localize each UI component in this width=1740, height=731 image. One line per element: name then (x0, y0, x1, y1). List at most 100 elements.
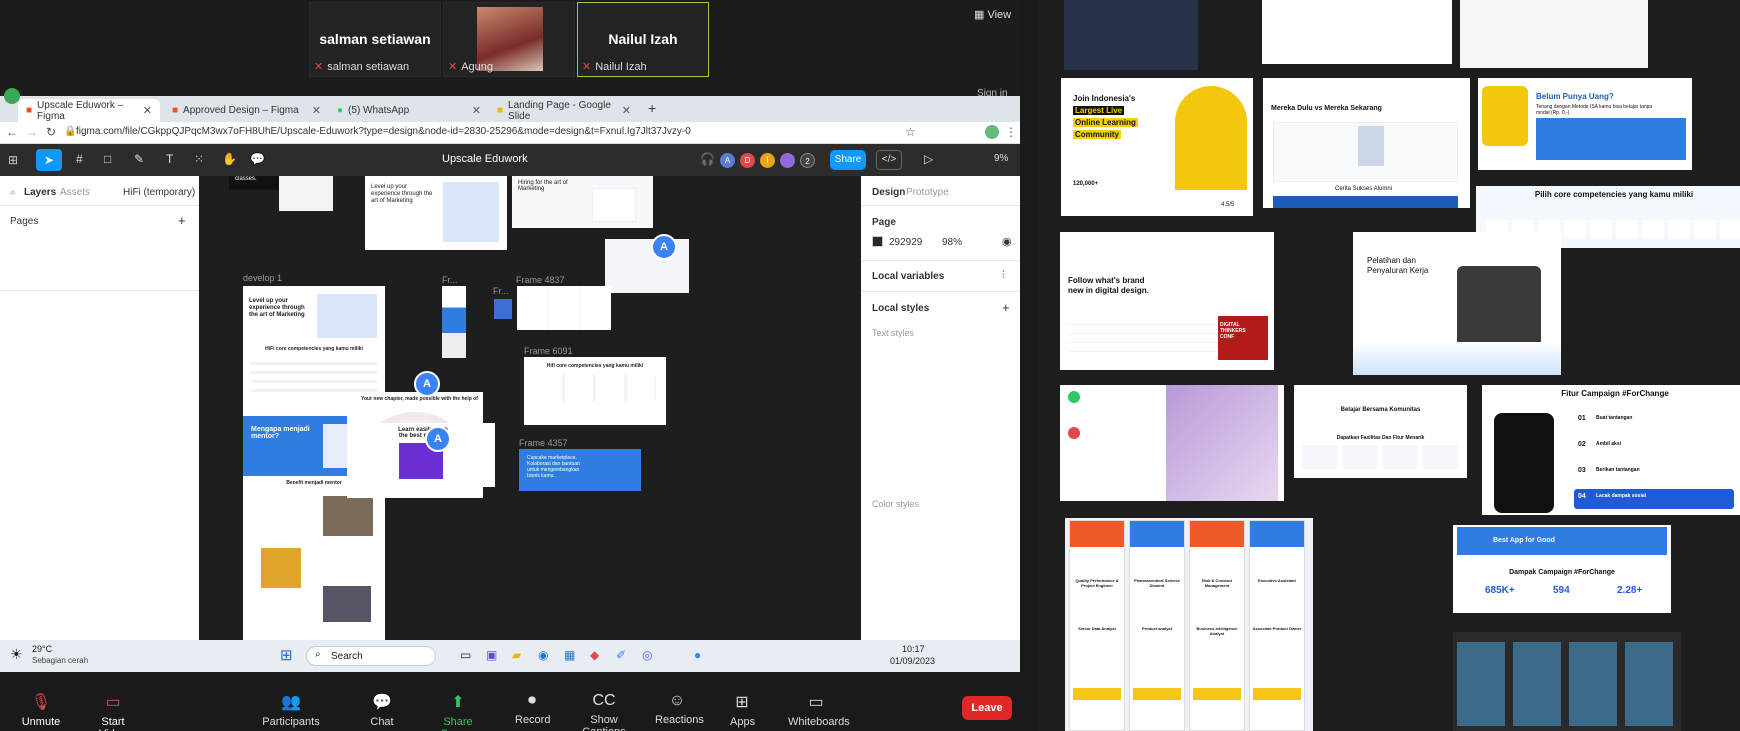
avatar[interactable]: I (760, 153, 775, 168)
thumb-games-grid (1453, 632, 1681, 731)
variables-icon[interactable]: ⫶ (1002, 270, 1005, 281)
avatar[interactable] (780, 153, 795, 168)
figma-menu-icon[interactable]: ⊞ (8, 153, 18, 167)
hand-tool-icon[interactable]: ✋ (222, 152, 237, 166)
pen-tool-icon[interactable]: ✎ (134, 152, 144, 166)
add-style-button[interactable]: + (1002, 300, 1010, 315)
app-icon[interactable]: ✐ (616, 648, 626, 662)
show-captions-button[interactable]: CCShow Captions (571, 692, 637, 731)
frame-thumbnail[interactable] (442, 286, 466, 358)
tab-design[interactable]: Design (872, 187, 905, 198)
collaborator-avatar[interactable]: A (414, 371, 440, 397)
close-icon[interactable]: ✕ (312, 104, 321, 117)
frame-thumbnail[interactable] (279, 176, 333, 211)
collaborator-avatar[interactable]: A (425, 426, 451, 452)
video-tile[interactable]: salman setiawan ✕ salman setiawan (309, 2, 441, 77)
present-icon[interactable]: ▷ (924, 152, 933, 166)
file-explorer-icon[interactable]: ▰ (512, 648, 521, 662)
frame-tool-icon[interactable]: # (76, 152, 83, 166)
avatar[interactable]: A (720, 153, 735, 168)
frame-thumbnail[interactable]: Level up your experience through the art… (365, 176, 507, 250)
start-video-button[interactable]: ▭Start Video (86, 692, 140, 731)
zoom-app-icon[interactable]: ● (694, 648, 701, 662)
forward-icon[interactable]: → (26, 125, 38, 139)
windows-taskbar: ☀ 29°C Sebagian cerah ⊞ ⌕ Search ▭ ▣ ▰ ◉… (0, 640, 1020, 672)
page-color-swatch[interactable] (872, 236, 883, 247)
menu-icon[interactable]: ⋮ (1005, 125, 1017, 139)
layers-panel: ⌕ Layers Assets HiFi (temporary) Pages + (0, 176, 199, 640)
tab-prototype[interactable]: Prototype (906, 187, 949, 198)
store-icon[interactable]: ▦ (564, 648, 575, 662)
frame-thumbnail[interactable] (494, 299, 512, 319)
profile-avatar[interactable] (985, 125, 999, 139)
close-icon[interactable]: ✕ (472, 104, 481, 117)
mic-muted-icon: ✕ (582, 61, 592, 73)
video-tile[interactable]: ✕ Agung (443, 2, 575, 77)
star-icon[interactable]: ☆ (905, 125, 916, 139)
tab-layers[interactable]: Layers (24, 187, 56, 198)
frame-4357[interactable]: Cupcake marketplace. Kolaborasi dan bant… (519, 449, 641, 491)
leave-button[interactable]: Leave (962, 696, 1012, 720)
participants-button[interactable]: 👥 Participants (262, 692, 320, 728)
share-screen-button[interactable]: ⬆Share Screen (429, 692, 487, 731)
taskbar-search-input[interactable]: ⌕ Search (306, 646, 436, 666)
tab-google-slide[interactable]: ■ Landing Page - Google Slide ✕ (489, 99, 639, 122)
text-tool-icon[interactable]: T (166, 152, 173, 166)
page-select[interactable]: HiFi (temporary) (123, 187, 195, 198)
file-title[interactable]: Upscale Eduwork (442, 153, 528, 165)
close-icon[interactable]: ✕ (622, 104, 631, 117)
add-page-button[interactable]: + (178, 213, 186, 228)
view-button[interactable]: ▦ View (974, 8, 1011, 21)
headphones-icon[interactable]: 🎧 (700, 152, 715, 166)
whiteboards-button[interactable]: ▭ Whiteboards (788, 692, 850, 728)
weather-temp[interactable]: 29°C (32, 644, 52, 654)
url-input[interactable]: figma.com/file/CGkppQJPqcM3wx7oFH8UhE/Up… (76, 126, 691, 137)
clock-date[interactable]: 01/09/2023 (890, 656, 935, 666)
figma-canvas[interactable]: classes. Level up your experience throug… (199, 176, 861, 640)
edge-icon[interactable]: ◉ (538, 648, 548, 662)
chat-button[interactable]: 💬 Chat (370, 692, 394, 728)
reload-icon[interactable]: ↻ (46, 125, 56, 139)
clock-time[interactable]: 10:17 (902, 644, 925, 654)
move-tool-icon[interactable]: ➤ (36, 149, 62, 171)
reactions-button[interactable]: ☺ Reactions (655, 692, 704, 726)
collaborator-avatar[interactable]: A (651, 234, 677, 260)
avatar[interactable]: D (740, 153, 755, 168)
figma-toolbar: ⊞ ➤ # □ ✎ T ⁙ ✋ 💬 Upscale Eduwork 🎧 A D … (0, 144, 1020, 176)
tab-figma-approved[interactable]: ■ Approved Design – Figma ✕ (164, 99, 329, 122)
more-avatars[interactable]: 2 (800, 153, 815, 168)
video-tile-active-speaker[interactable]: Nailul Izah ✕ Nailul Izah (577, 2, 709, 77)
tab-figma-upscale[interactable]: ■ Upscale Eduwork – Figma ✕ (18, 99, 160, 122)
new-tab-button[interactable]: + (648, 100, 656, 116)
page-color-value[interactable]: 292929 (889, 237, 922, 248)
thumb-impact: Best App for Good Dampak Campaign #ForCh… (1453, 525, 1671, 613)
task-view-icon[interactable]: ▭ (460, 648, 471, 662)
eye-icon[interactable]: ◉ (1002, 235, 1012, 248)
tab-whatsapp[interactable]: ● (5) WhatsApp ✕ (329, 99, 489, 122)
close-icon[interactable]: ✕ (143, 104, 152, 117)
frame-6091[interactable]: Hifi core competencies yang kamu miliki (524, 357, 666, 425)
search-icon[interactable]: ⌕ (10, 187, 16, 198)
page-opacity-value[interactable]: 98% (942, 237, 962, 248)
zoom-level[interactable]: 9% (994, 153, 1008, 164)
share-button[interactable]: Share (830, 150, 866, 170)
comment-tool-icon[interactable]: 💬 (250, 152, 265, 166)
apps-button[interactable]: ⊞ Apps (730, 692, 755, 728)
weather-icon[interactable]: ☀ (10, 646, 23, 663)
frame-4837[interactable] (517, 286, 611, 330)
record-button[interactable]: ⏺ Record (515, 692, 550, 726)
discord-icon[interactable]: ◎ (642, 648, 652, 662)
back-icon[interactable]: ← (6, 125, 18, 139)
shape-tool-icon[interactable]: □ (104, 152, 111, 166)
frame-thumbnail[interactable]: Hiring for the art of Marketing (512, 176, 653, 228)
tab-assets[interactable]: Assets (60, 187, 90, 198)
app-icon[interactable]: ◆ (590, 648, 599, 662)
thumb-isa: Belum Punya Uang? Tenang dengan Metode I… (1478, 78, 1692, 170)
teams-icon[interactable]: ▣ (486, 648, 497, 662)
dev-mode-icon[interactable]: </> (876, 150, 902, 170)
windows-start-icon[interactable]: ⊞ (280, 646, 293, 664)
components-icon[interactable]: ⁙ (194, 152, 204, 166)
unmute-button[interactable]: 🎙 Unmute (18, 692, 64, 728)
frame-thumbnail[interactable]: Learn easily from the best mentors (347, 423, 495, 487)
shared-screen-mosaic: Join Indonesia's Largest Live Online Lea… (1037, 0, 1740, 731)
